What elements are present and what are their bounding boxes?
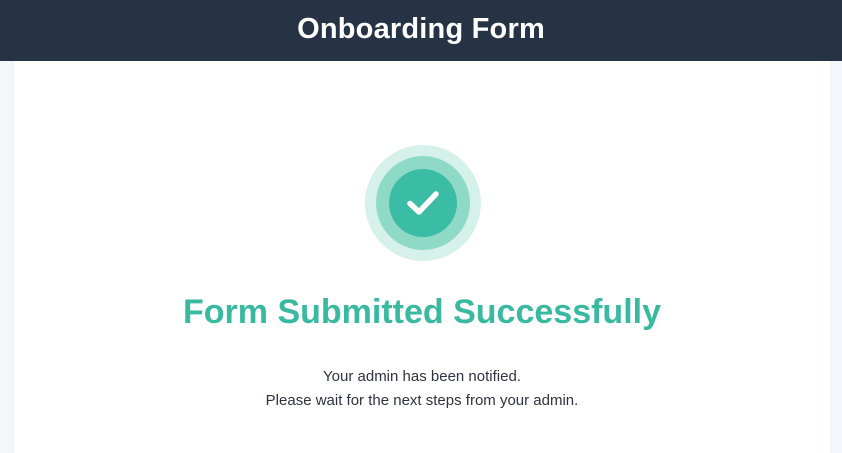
page-title: Onboarding Form bbox=[297, 13, 545, 45]
checkmark-icon bbox=[407, 191, 439, 215]
app-header: Onboarding Form bbox=[0, 0, 842, 61]
content-card: Form Submitted Successfully Your admin h… bbox=[14, 61, 830, 453]
success-message-line-2: Please wait for the next steps from your… bbox=[265, 392, 579, 409]
success-message-line-1: Your admin has been notified. bbox=[323, 368, 521, 385]
success-check-icon bbox=[365, 145, 481, 261]
icon-inner-circle bbox=[389, 169, 457, 237]
success-title: Form Submitted Successfully bbox=[183, 293, 661, 331]
